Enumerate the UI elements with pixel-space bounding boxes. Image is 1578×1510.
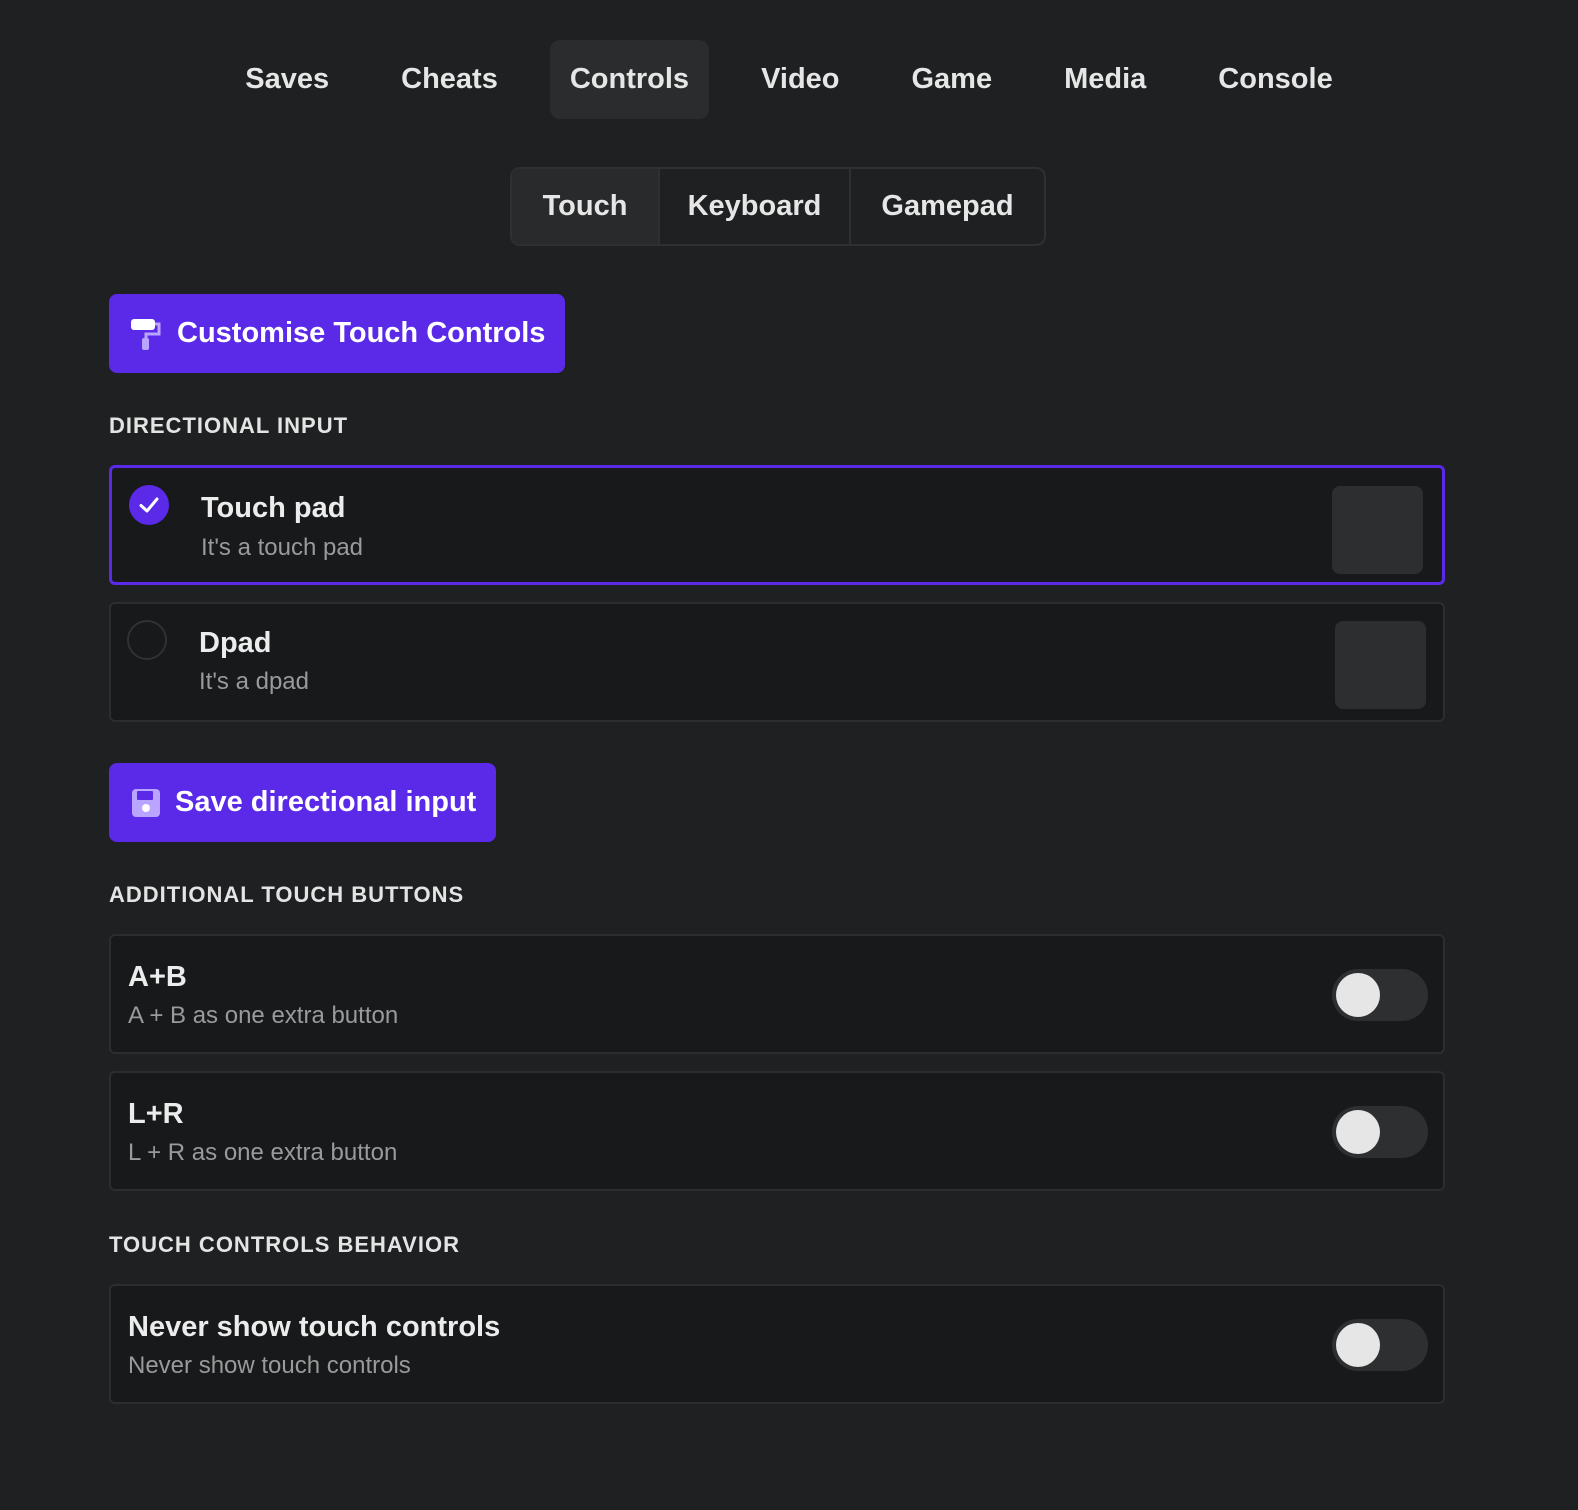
controls-settings-page: Saves Cheats Controls Video Game Media C… [0,0,1578,1510]
setting-description: Never show touch controls [128,1352,411,1379]
subtab-keyboard[interactable]: Keyboard [660,169,851,244]
option-description: It's a dpad [199,668,309,695]
radio-dpad[interactable] [127,620,167,660]
toggle-a-plus-b[interactable] [1332,969,1428,1021]
option-title: Dpad [199,627,272,659]
dpad-preview-image [1335,621,1426,709]
toggle-knob [1336,1110,1380,1154]
save-directional-input-button[interactable]: Save directional input [109,763,497,842]
toggle-l-plus-r[interactable] [1332,1106,1428,1158]
toggle-knob [1336,973,1380,1017]
subtab-gamepad[interactable]: Gamepad [851,169,1044,244]
radio-touch-pad[interactable] [129,485,169,525]
setting-title: A+B [128,961,187,993]
setting-never-show-touch-controls: Never show touch controls Never show tou… [109,1284,1445,1404]
setting-description: L + R as one extra button [128,1139,398,1166]
controls-sub-tabs: Touch Keyboard Gamepad [510,167,1046,246]
paint-roller-icon [129,317,163,351]
option-touch-pad[interactable]: Touch pad It's a touch pad [109,465,1445,585]
tab-media[interactable]: Media [1044,40,1166,119]
additional-buttons-heading: ADDITIONAL TOUCH BUTTONS [109,882,465,907]
directional-input-heading: DIRECTIONAL INPUT [109,413,349,438]
customise-touch-controls-button[interactable]: Customise Touch Controls [109,294,566,373]
behavior-heading: TOUCH CONTROLS BEHAVIOR [109,1232,460,1257]
option-dpad[interactable]: Dpad It's a dpad [109,602,1445,722]
touch-pad-preview-image [1332,486,1423,574]
option-description: It's a touch pad [201,534,364,561]
tab-cheats[interactable]: Cheats [381,40,518,119]
setting-l-plus-r: L+R L + R as one extra button [109,1071,1445,1191]
setting-title: Never show touch controls [128,1311,501,1343]
setting-a-plus-b: A+B A + B as one extra button [109,934,1445,1054]
setting-title: L+R [128,1098,184,1130]
option-title: Touch pad [201,492,346,524]
subtab-touch[interactable]: Touch [512,169,660,244]
tab-saves[interactable]: Saves [225,40,349,119]
tab-console[interactable]: Console [1198,40,1352,119]
toggle-knob [1336,1323,1380,1367]
tab-game[interactable]: Game [892,40,1013,119]
setting-description: A + B as one extra button [128,1002,399,1029]
save-button-label: Save directional input [175,786,477,818]
customise-button-label: Customise Touch Controls [177,317,546,349]
floppy-disk-icon [129,786,163,820]
toggle-never-show-touch-controls[interactable] [1332,1319,1428,1371]
check-icon [139,497,159,513]
top-nav: Saves Cheats Controls Video Game Media C… [0,40,1578,119]
tab-video[interactable]: Video [741,40,859,119]
tab-controls[interactable]: Controls [549,40,710,119]
